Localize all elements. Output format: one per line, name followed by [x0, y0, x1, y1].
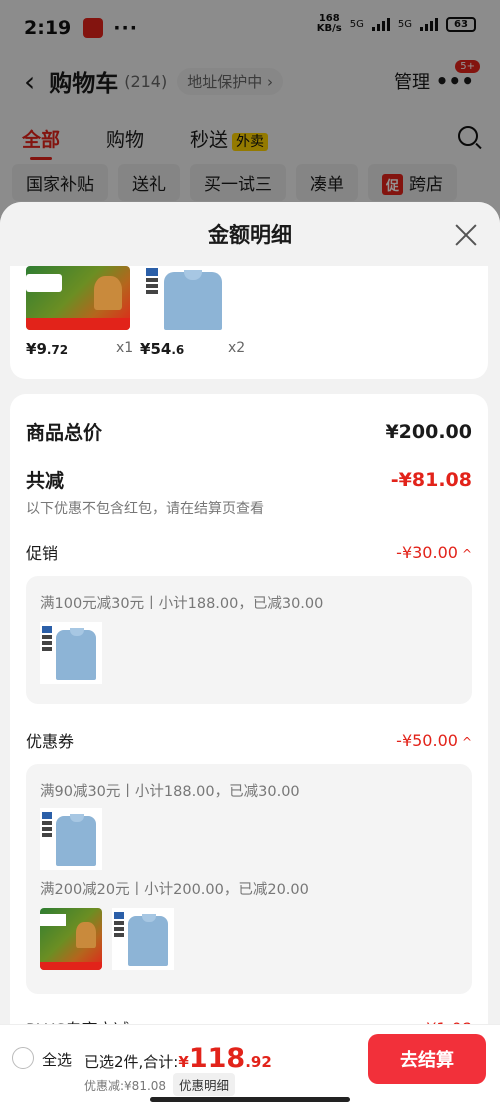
coupon-label: 优惠券 — [26, 732, 75, 751]
product-price-shirt: ¥54.6 — [140, 340, 185, 358]
coupon-value: -¥50.00 ^ — [396, 730, 472, 750]
product-item-food[interactable] — [26, 266, 130, 330]
promo-group: 满100元减30元丨小计188.00，已减30.00 — [26, 576, 472, 704]
chevron-up-icon: ^ — [461, 734, 472, 749]
total-reduce-row: 共减 -¥81.08 — [26, 466, 472, 493]
chevron-up-icon: ^ — [461, 546, 472, 561]
promo-line: 满100元减30元丨小计188.00，已减30.00 — [40, 596, 324, 612]
promo-row[interactable]: 促销 -¥30.00 ^ — [26, 540, 472, 564]
coupon-shirt-thumb-1[interactable] — [40, 808, 102, 870]
promo-value: -¥30.00 ^ — [396, 542, 472, 562]
discount-amount: 优惠减:¥81.08 — [84, 1079, 167, 1093]
sheet-header: 金额明细 — [0, 202, 500, 266]
product-qty-food: x1 — [116, 340, 134, 356]
product-qty-shirt: x2 — [228, 340, 246, 356]
coupon-line-1: 满90减30元丨小计188.00，已减30.00 — [40, 784, 300, 800]
products-card: ¥9.72 x1 ¥54.6 x2 — [10, 266, 488, 379]
total-price-row: 商品总价 ¥200.00 — [26, 418, 472, 445]
total-reduce-label: 共减 — [26, 470, 65, 492]
promo-label: 促销 — [26, 544, 59, 563]
sheet-title: 金额明细 — [208, 223, 292, 247]
coupon-row[interactable]: 优惠券 -¥50.00 ^ — [26, 728, 472, 752]
product-image-shirt — [144, 266, 248, 330]
reduce-note: 以下优惠不包含红包，请在结算页查看 — [26, 501, 264, 517]
amount-detail-sheet: 金额明细 ¥9.72 x1 ¥54.6 x2 商品总价 ¥200.00 共减 -… — [0, 202, 500, 1111]
selected-total: 已选2件,合计: ¥ 118 .92 — [84, 1043, 272, 1074]
total-price-value: ¥200.00 — [385, 420, 472, 443]
discount-detail-button[interactable]: 优惠明细 — [173, 1073, 236, 1096]
coupon-shirt-thumb-2[interactable] — [112, 908, 174, 970]
home-indicator[interactable] — [150, 1097, 350, 1102]
coupon-line-2: 满200减20元丨小计200.00，已减20.00 — [40, 882, 309, 898]
checkout-button[interactable]: 去结算 — [368, 1034, 486, 1084]
amount-detail-card: 商品总价 ¥200.00 共减 -¥81.08 以下优惠不包含红包，请在结算页查… — [10, 394, 488, 1111]
select-all-label[interactable]: 全选 — [42, 1049, 72, 1070]
coupon-food-thumb[interactable] — [40, 908, 102, 970]
total-reduce-value: -¥81.08 — [390, 468, 472, 491]
select-all-radio[interactable] — [12, 1047, 34, 1069]
total-price-label: 商品总价 — [26, 422, 103, 444]
product-price-food: ¥9.72 — [26, 340, 69, 358]
close-icon[interactable] — [454, 222, 478, 246]
promo-shirt-thumb[interactable] — [40, 622, 102, 684]
product-image-food — [26, 266, 130, 330]
product-item-shirt[interactable] — [144, 266, 248, 330]
coupon-group: 满90减30元丨小计188.00，已减30.00 满200减20元丨小计200.… — [26, 764, 472, 994]
